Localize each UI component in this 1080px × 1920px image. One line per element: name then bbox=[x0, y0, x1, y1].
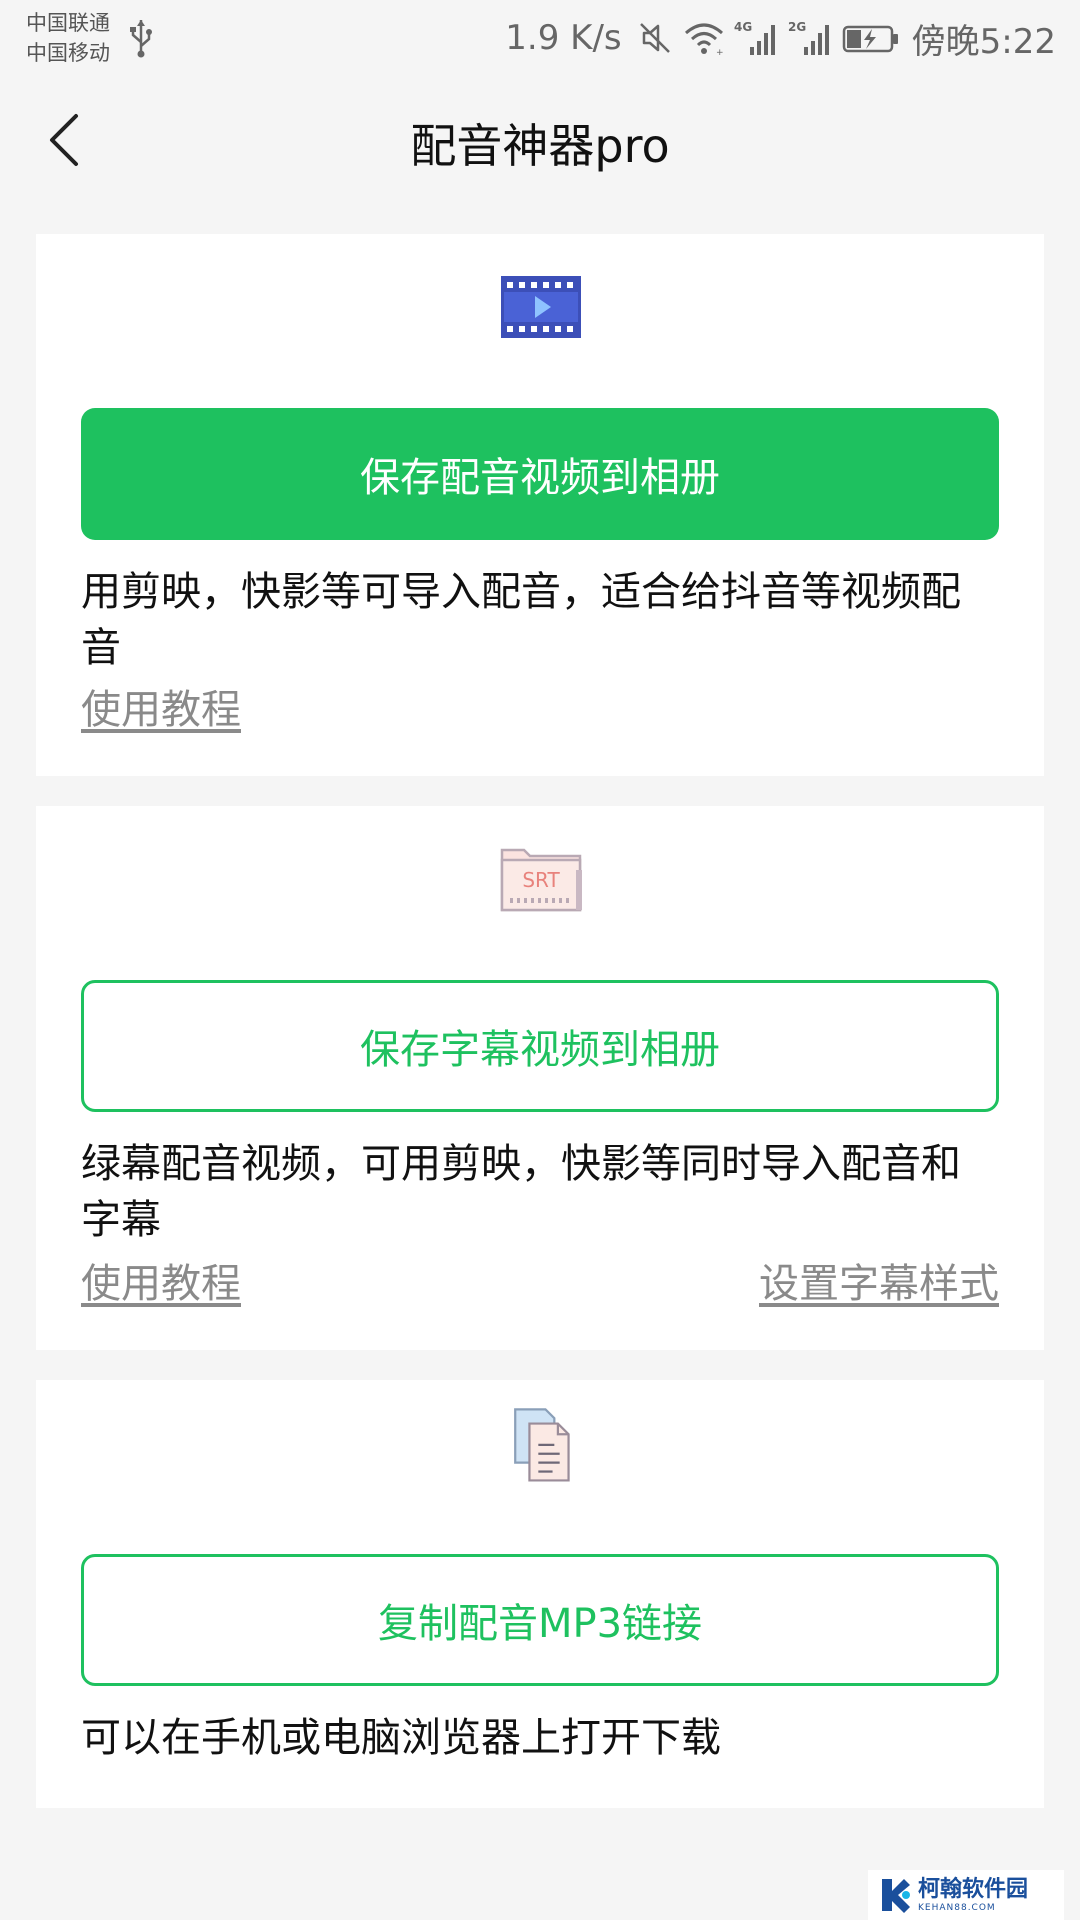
status-bar: 中国联通 中国移动 1.9 K/s + 4G 2G 傍晚5:22 bbox=[0, 0, 1080, 76]
card-copy-mp3: 复制配音MP3链接 可以在手机或电脑浏览器上打开下载 bbox=[36, 1380, 1044, 1808]
carrier-2: 中国移动 bbox=[26, 41, 110, 65]
srt-icon-label: SRT bbox=[522, 868, 560, 892]
save-dub-video-button[interactable]: 保存配音视频到相册 bbox=[81, 408, 999, 540]
watermark-logo: 柯翰软件园 KEHAN88.COM bbox=[868, 1870, 1064, 1920]
usb-icon bbox=[130, 20, 152, 58]
card-subtitle-video: SRT 保存字幕视频到相册 绿幕配音视频，可用剪映，快影等同时导入配音和字幕 使… bbox=[36, 806, 1044, 1350]
watermark-sub: KEHAN88.COM bbox=[918, 1903, 996, 1913]
carrier-1: 中国联通 bbox=[26, 11, 110, 35]
tutorial-link[interactable]: 使用教程 bbox=[81, 1256, 241, 1312]
signal-4g-icon: 4G bbox=[734, 20, 775, 55]
copy-document-icon bbox=[514, 1408, 570, 1482]
watermark-name: 柯翰软件园 bbox=[918, 1877, 1029, 1902]
signal-2g-label: 2G bbox=[788, 20, 806, 34]
wifi-icon: + bbox=[684, 23, 724, 57]
kehan-logo-icon bbox=[882, 1879, 910, 1913]
subtitle-video-description: 绿幕配音视频，可用剪映，快影等同时导入配音和字幕 bbox=[81, 1141, 961, 1243]
mute-icon bbox=[639, 23, 670, 53]
status-right: 1.9 K/s + 4G 2G 傍晚5:22 bbox=[505, 14, 1056, 62]
dub-video-description: 用剪映，快影等可导入配音，适合给抖音等视频配音 bbox=[81, 569, 961, 671]
save-subtitle-video-button[interactable]: 保存字幕视频到相册 bbox=[81, 980, 999, 1112]
srt-subtitle-icon: SRT bbox=[500, 848, 582, 912]
signal-4g-label: 4G bbox=[734, 20, 752, 34]
video-film-icon bbox=[501, 276, 581, 338]
card-dub-video: 保存配音视频到相册 用剪映，快影等可导入配音，适合给抖音等视频配音 使用教程 bbox=[36, 234, 1044, 776]
svg-text:+: + bbox=[716, 48, 724, 57]
page-title: 配音神器pro bbox=[410, 119, 670, 173]
clock: 傍晚5:22 bbox=[911, 21, 1056, 62]
copy-mp3-link-button[interactable]: 复制配音MP3链接 bbox=[81, 1554, 999, 1686]
tutorial-link[interactable]: 使用教程 bbox=[81, 682, 241, 738]
net-speed: 1.9 K/s bbox=[505, 18, 622, 58]
carrier-labels: 中国联通 中国移动 bbox=[26, 8, 110, 68]
copy-mp3-description: 可以在手机或电脑浏览器上打开下载 bbox=[81, 1715, 721, 1761]
subtitle-style-link[interactable]: 设置字幕样式 bbox=[759, 1256, 999, 1312]
nav-bar: 配音神器pro bbox=[0, 90, 1080, 190]
signal-2g-icon: 2G bbox=[788, 20, 829, 55]
battery-charging-icon bbox=[842, 25, 898, 53]
